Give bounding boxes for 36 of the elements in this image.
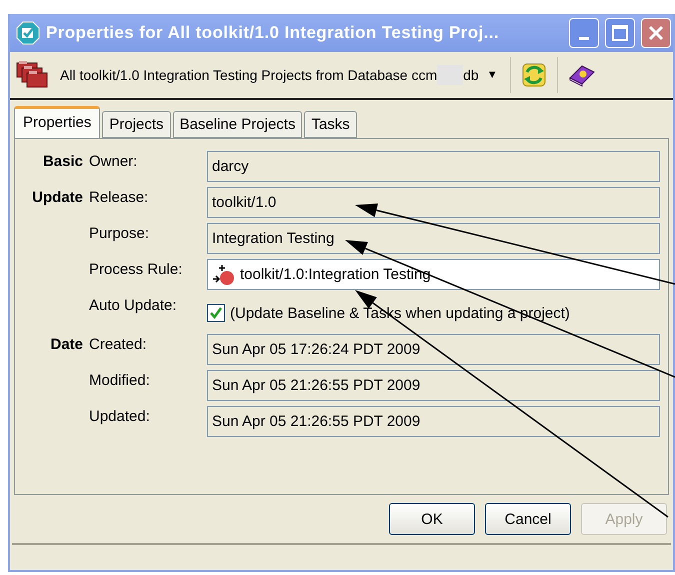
field-label: Modified: — [89, 371, 151, 389]
checklist-icon — [16, 21, 40, 45]
field-label: Release: — [89, 188, 150, 206]
process-rule-field[interactable]: toolkit/1.0:Integration Testing — [207, 259, 660, 290]
tab[interactable]: Baseline Projects — [172, 111, 302, 138]
value-field[interactable]: darcy — [207, 151, 660, 182]
group-heading: Update — [31, 188, 83, 206]
close-icon — [647, 24, 665, 42]
group-heading: Basic — [42, 152, 83, 170]
maximize-button[interactable] — [605, 18, 635, 48]
field-label: Created: — [89, 335, 148, 353]
value-field[interactable]: Sun Apr 05 21:26:55 PDT 2009 — [207, 406, 660, 437]
field-label: Purpose: — [89, 224, 150, 242]
value-field[interactable]: Integration Testing — [207, 223, 660, 254]
project-selector[interactable]: All toolkit/1.0 Integration Testing Projects from Database ccm db ▼ — [56, 57, 502, 93]
minimize-button[interactable] — [569, 18, 599, 48]
rule-icon — [212, 264, 236, 286]
field-label: Updated: — [89, 407, 151, 425]
window-title: Properties for All toolkit/1.0 Integration Testing Proj... — [46, 23, 500, 43]
tab[interactable]: Projects — [102, 111, 171, 138]
value-field[interactable]: Sun Apr 05 21:26:55 PDT 2009 — [207, 370, 660, 401]
dialog-button[interactable]: OK — [389, 503, 475, 535]
field-label: Process Rule: — [89, 260, 184, 278]
folders-icon — [16, 61, 48, 89]
minimize-icon — [579, 36, 589, 40]
tab[interactable]: Properties — [14, 106, 100, 139]
value-field[interactable]: toolkit/1.0 — [207, 187, 660, 218]
field-label: Auto Update: — [89, 296, 178, 314]
maximize-icon — [611, 24, 629, 42]
dialog-button[interactable]: Cancel — [485, 503, 571, 535]
field-label: Owner: — [89, 152, 138, 170]
value-field[interactable]: Sun Apr 05 17:26:24 PDT 2009 — [207, 334, 660, 365]
group-heading: Date — [49, 335, 83, 353]
close-button[interactable] — [641, 18, 671, 48]
tab[interactable]: Tasks — [304, 111, 357, 138]
checkbox[interactable] — [207, 304, 225, 322]
